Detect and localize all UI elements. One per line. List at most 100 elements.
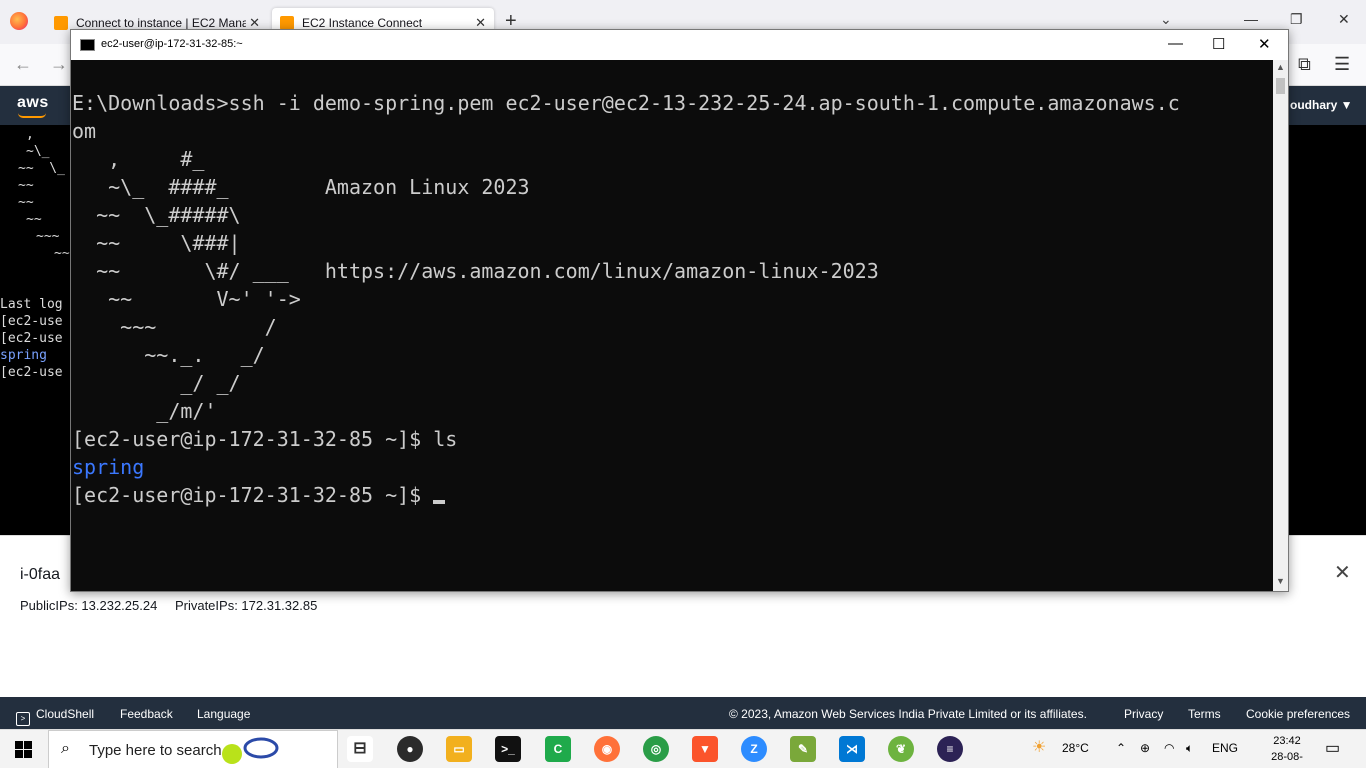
feedback-link[interactable]: Feedback — [120, 707, 173, 721]
close-icon[interactable]: ✕ — [1334, 560, 1351, 585]
spring-tools-icon[interactable]: ❦ — [888, 736, 914, 762]
menu-icon[interactable]: ☰ — [1334, 54, 1350, 75]
instance-id: i-0faa — [20, 566, 61, 583]
terminal-line: [ec2-user@ip-172-31-32-85 ~]$ ls — [72, 427, 458, 451]
firefox-app-icon[interactable]: ◉ — [594, 736, 620, 762]
weather-icon[interactable]: ☀ — [1032, 737, 1046, 757]
ascii-fragment: ~~ — [54, 246, 70, 261]
terminal-line: , #_ — [72, 147, 205, 171]
volume-icon[interactable]: 🔈︎ — [1186, 741, 1193, 756]
close-window-icon[interactable]: ✕ — [1338, 11, 1350, 28]
terminal-line: _/ _/ — [72, 371, 241, 395]
clock-date: 28-08-2023 — [1271, 751, 1303, 768]
extensions-icon[interactable]: ⧉ — [1298, 54, 1311, 75]
language-link[interactable]: Language — [197, 707, 250, 721]
vscode-icon[interactable]: ⋊ — [839, 736, 865, 762]
cloudshell-icon: > — [16, 712, 30, 726]
terminal-line: ~~ \###| — [72, 231, 241, 255]
minimize-icon[interactable]: — — [1168, 35, 1183, 52]
terms-link[interactable]: Terms — [1188, 707, 1221, 721]
notification-icon[interactable]: ▭ — [1325, 738, 1340, 758]
taskbar-search-input[interactable]: ⌕ Type here to search — [48, 730, 338, 768]
tab-title: Connect to instance | EC2 Management Con… — [76, 16, 246, 30]
ascii-fragment: , — [26, 127, 34, 142]
minimize-icon[interactable]: — — [1244, 11, 1258, 27]
cookie-preferences-link[interactable]: Cookie preferences — [1246, 707, 1350, 721]
aws-footer: > CloudShell Feedback Language © 2023, Am… — [0, 697, 1366, 729]
shell-line: [ec2-use — [0, 365, 63, 380]
chevron-up-icon[interactable]: ⌃ — [1116, 741, 1126, 755]
ascii-fragment: ~\_ — [26, 144, 50, 159]
scroll-thumb[interactable] — [1276, 78, 1285, 94]
privacy-link[interactable]: Privacy — [1124, 707, 1163, 721]
terminal-line: _/m/' — [72, 399, 217, 423]
zoom-icon[interactable]: Z — [741, 736, 767, 762]
instance-ips: PublicIPs: 13.232.25.24 PrivateIPs: 172.… — [20, 598, 331, 613]
copyright-text: © 2023, Amazon Web Services India Privat… — [729, 707, 1087, 721]
clock-time: 23:42 — [1273, 735, 1301, 747]
shell-line: Last log — [0, 297, 63, 312]
aws-favicon-icon — [280, 16, 294, 30]
terminal-line: ~~._. _/ — [72, 343, 265, 367]
back-icon[interactable]: ← — [14, 54, 32, 75]
terminal-title: ec2-user@ip-172-31-32-85:~ — [101, 38, 243, 50]
shell-line: [ec2-use — [0, 331, 63, 346]
eclipse-icon[interactable]: ≡ — [937, 736, 963, 762]
terminal-line: om — [72, 119, 97, 143]
aws-favicon-icon — [54, 16, 68, 30]
scroll-down-icon[interactable]: ▼ — [1276, 576, 1285, 586]
terminal-line: ~\_ ####_ Amazon Linux 2023 — [72, 175, 530, 199]
ascii-fragment: ~~ \_ — [18, 161, 65, 176]
aws-smile-icon — [18, 113, 46, 118]
shell-line: [ec2-use — [0, 314, 63, 329]
file-explorer-icon[interactable]: ▭ — [446, 736, 472, 762]
private-ips: PrivateIPs: 172.31.32.85 — [174, 598, 318, 613]
obs-app-icon[interactable]: ● — [397, 736, 423, 762]
notepad-plus-icon[interactable]: ✎ — [790, 736, 816, 762]
account-menu[interactable]: oudhary ▼ — [1290, 98, 1353, 112]
cloudshell-label: CloudShell — [36, 707, 95, 721]
cmd-icon — [80, 39, 95, 51]
vertical-scrollbar[interactable]: ▲ ▼ — [1273, 60, 1288, 591]
terminal-window[interactable]: ec2-user@ip-172-31-32-85:~ — ☐ ✕ E:\Down… — [70, 29, 1289, 592]
camtasia-icon[interactable]: C — [545, 736, 571, 762]
text-cursor — [433, 500, 446, 504]
firefox-icon[interactable] — [10, 12, 28, 30]
ls-output: spring — [72, 455, 145, 479]
tab-title: EC2 Instance Connect — [302, 16, 423, 30]
ascii-fragment: ~~ — [18, 178, 34, 193]
shell-line: spring — [0, 348, 47, 363]
wifi-icon[interactable]: ◠ — [1164, 741, 1174, 755]
chrome-icon[interactable]: ◎ — [643, 736, 669, 762]
brave-icon[interactable]: ▼ — [692, 736, 718, 762]
temperature[interactable]: 28°C — [1062, 741, 1089, 755]
ascii-fragment: ~~~ — [36, 229, 60, 244]
maximize-icon[interactable]: ☐ — [1212, 35, 1225, 53]
windows-taskbar: ⌕ Type here to search ⊟ ● ▭ >_ C ◉ ◎ ▼ Z… — [0, 729, 1366, 768]
search-icon: ⌕ — [61, 740, 70, 757]
forward-icon[interactable]: → — [50, 54, 68, 75]
input-language[interactable]: ENG — [1212, 741, 1238, 755]
tennis-racket-icon — [222, 737, 279, 764]
scroll-up-icon[interactable]: ▲ — [1276, 62, 1285, 72]
windows-start-icon[interactable] — [15, 741, 32, 758]
ascii-fragment: ~~ — [18, 195, 34, 210]
terminal-line: ~~ \_#####\ — [72, 203, 241, 227]
prompt-line: [ec2-user@ip-172-31-32-85 ~]$ — [72, 481, 1272, 509]
restore-icon[interactable]: ❐ — [1290, 11, 1303, 28]
network-adapter-icon[interactable]: ⊕ — [1140, 741, 1150, 755]
terminal-output[interactable]: E:\Downloads>ssh -i demo-spring.pem ec2-… — [72, 89, 1272, 589]
chevron-down-icon[interactable]: ⌄ — [1160, 11, 1172, 28]
close-icon[interactable]: ✕ — [1258, 35, 1271, 53]
aws-logo[interactable]: aws — [17, 94, 49, 112]
shell-prompt: [ec2-user@ip-172-31-32-85 ~]$ — [72, 483, 434, 507]
search-placeholder: Type here to search — [89, 742, 222, 759]
terminal-titlebar[interactable]: ec2-user@ip-172-31-32-85:~ — ☐ ✕ — [71, 30, 1288, 60]
task-view-icon[interactable]: ⊟ — [347, 736, 373, 762]
public-ips: PublicIPs: 13.232.25.24 — [20, 598, 158, 613]
terminal-app-icon[interactable]: >_ — [495, 736, 521, 762]
terminal-line: ~~ \#/ ___ https://aws.amazon.com/linux/… — [72, 259, 879, 283]
terminal-line: ~~~ / — [72, 315, 277, 339]
cloudshell-button[interactable]: > CloudShell — [16, 707, 94, 726]
system-clock[interactable]: 23:42 28-08-2023 — [1262, 733, 1312, 768]
